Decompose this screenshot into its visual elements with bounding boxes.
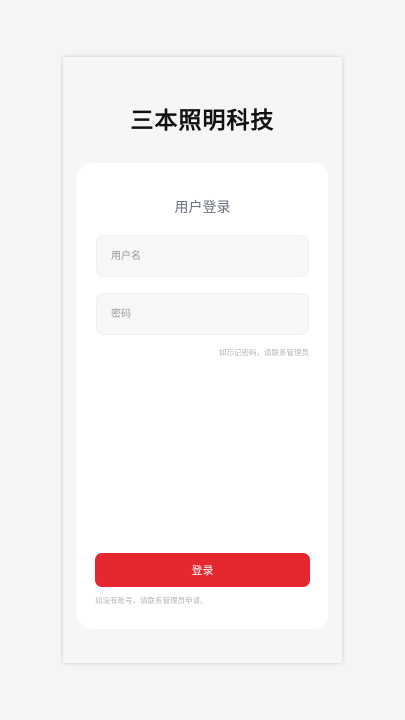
no-account-note: 如没有账号，请联系管理员申请。	[95, 596, 208, 605]
password-input[interactable]	[96, 293, 309, 335]
login-button[interactable]: 登录	[95, 553, 310, 587]
app-screen: 三本照明科技 用户登录 如忘记密码，请联系管理员 登录 如没有账号，请联系管理员…	[63, 57, 342, 663]
brand-logo: 三本照明科技	[130, 108, 275, 134]
username-input[interactable]	[96, 235, 309, 277]
login-title: 用户登录	[174, 200, 231, 216]
forgot-password-hint: 如忘记密码，请联系管理员	[219, 348, 309, 357]
login-card: 用户登录 如忘记密码，请联系管理员 登录 如没有账号，请联系管理员申请。	[77, 163, 328, 629]
